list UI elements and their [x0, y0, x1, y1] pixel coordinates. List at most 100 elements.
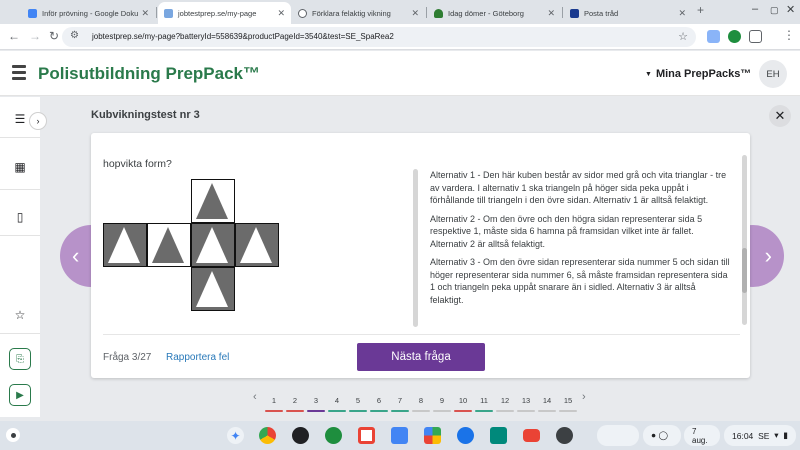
- pager-item[interactable]: 7: [390, 396, 410, 412]
- star-icon[interactable]: ☆: [12, 307, 28, 323]
- region-indicator: SE: [758, 430, 770, 441]
- google-docs-icon: [28, 8, 37, 18]
- hamburger-menu-icon[interactable]: [12, 65, 26, 83]
- sidebar-divider: [0, 137, 40, 138]
- files-icon[interactable]: [391, 427, 408, 444]
- camera-icon[interactable]: [556, 427, 573, 444]
- tab-separator: [426, 7, 427, 18]
- pager-item[interactable]: 15: [558, 396, 578, 412]
- pager-item[interactable]: 10: [453, 396, 473, 412]
- launcher-button[interactable]: [6, 428, 20, 442]
- my-preppacks-label: Mina PrepPacks™: [655, 68, 752, 80]
- back-icon[interactable]: ←: [8, 29, 20, 43]
- minimize-icon[interactable]: –: [752, 3, 758, 15]
- new-tab-button[interactable]: +: [697, 3, 704, 17]
- puzzle-icon[interactable]: [749, 30, 762, 43]
- pager-item[interactable]: 5: [348, 396, 368, 412]
- pager-item[interactable]: 9: [432, 396, 452, 412]
- pager-item[interactable]: 13: [516, 396, 536, 412]
- close-tab-icon[interactable]: ✕: [678, 8, 686, 19]
- clock: 16:04: [732, 430, 754, 441]
- pager-item[interactable]: 1: [264, 396, 284, 412]
- report-error-link[interactable]: Rapportera fel: [166, 352, 229, 363]
- site-info-icon[interactable]: ⚙: [70, 30, 79, 41]
- os-taskbar: ✦ ● ◯ 7 aug. 16:04 SE ▾ ▮: [0, 421, 800, 450]
- triangle-gray: [152, 227, 184, 263]
- wifi-icon: ▾: [774, 430, 779, 440]
- browser-tab[interactable]: Posta tråd ✕: [564, 2, 692, 24]
- status-area[interactable]: 16:04 SE ▾ ▮: [724, 425, 796, 446]
- reload-icon[interactable]: ↻: [49, 29, 59, 43]
- close-icon: ✕: [774, 108, 786, 123]
- browser-tab[interactable]: Idag dömer - Göteborg ✕: [428, 2, 561, 24]
- tab-title: Idag dömer - Göteborg: [448, 8, 524, 18]
- browser-tab-active[interactable]: jobtestprep.se/my-page ✕: [158, 2, 291, 24]
- pager-item[interactable]: 6: [369, 396, 389, 412]
- play-store-icon[interactable]: [424, 427, 441, 444]
- explanation-paragraph: Alternativ 1 - Den här kuben består av s…: [430, 170, 727, 205]
- close-window-icon[interactable]: ✕: [786, 3, 795, 16]
- pager-next-icon[interactable]: ›: [582, 391, 586, 403]
- meet-icon[interactable]: [490, 427, 507, 444]
- pager-item[interactable]: 12: [495, 396, 515, 412]
- pager-item[interactable]: 2: [285, 396, 305, 412]
- page-title: Kubvikningstest nr 3: [91, 109, 200, 121]
- cube-face-top: [191, 179, 235, 223]
- cube-face-center: [191, 223, 235, 267]
- triangle-white: [240, 227, 272, 263]
- date-display[interactable]: 7 aug.: [684, 425, 720, 446]
- close-tab-icon[interactable]: ✕: [141, 8, 149, 19]
- bookmark-star-icon[interactable]: ☆: [678, 30, 688, 43]
- avatar[interactable]: EH: [759, 60, 787, 88]
- cube-face-bottom: [191, 267, 235, 311]
- pager-item[interactable]: 14: [537, 396, 557, 412]
- brand-title[interactable]: Polisutbildning PrepPack™: [38, 64, 260, 84]
- video-icon[interactable]: ▶: [9, 384, 31, 406]
- list-icon[interactable]: ☰: [12, 111, 28, 127]
- screen-record-status[interactable]: ● ◯: [643, 425, 681, 446]
- question-scrollbar[interactable]: [413, 169, 418, 327]
- messages-icon[interactable]: [457, 427, 474, 444]
- jobtestprep-icon: [164, 8, 173, 18]
- url-text[interactable]: jobtestprep.se/my-page?batteryId=558639&…: [92, 32, 394, 41]
- cube-face-left: [103, 223, 147, 267]
- forward-icon[interactable]: →: [29, 29, 41, 43]
- close-tab-icon[interactable]: ✕: [411, 8, 419, 19]
- pager-item[interactable]: 8: [411, 396, 431, 412]
- gemini-icon[interactable]: ✦: [227, 427, 244, 444]
- close-tab-icon[interactable]: ✕: [277, 8, 285, 19]
- pager-item[interactable]: 11: [474, 396, 494, 412]
- tab-separator: [156, 7, 157, 18]
- next-question-button[interactable]: Nästa fråga: [357, 343, 485, 371]
- document-icon[interactable]: ⎘: [9, 348, 31, 370]
- triangle-white: [108, 227, 140, 263]
- book-icon[interactable]: ▯: [12, 209, 28, 225]
- globe-icon: [298, 8, 307, 18]
- extension-icon[interactable]: [707, 30, 720, 43]
- address-bar[interactable]: ⚙ jobtestprep.se/my-page?batteryId=55863…: [62, 27, 696, 47]
- my-preppacks-dropdown[interactable]: ▼ Mina PrepPacks™: [645, 68, 751, 80]
- browser-tab[interactable]: Inför prövning - Google Doku ✕: [22, 2, 155, 24]
- expand-sidebar-button[interactable]: ›: [29, 112, 47, 130]
- explanation-scroll-thumb[interactable]: [742, 248, 747, 293]
- gmail-icon[interactable]: [358, 427, 375, 444]
- youtube-icon[interactable]: [523, 429, 540, 442]
- calendar-icon[interactable]: ▦: [12, 159, 28, 175]
- question-text: hopvikta form?: [103, 158, 172, 170]
- photos-icon[interactable]: [325, 427, 342, 444]
- grammarly-icon[interactable]: [728, 30, 741, 43]
- tray-icons[interactable]: [597, 425, 639, 446]
- podcast-icon[interactable]: [292, 427, 309, 444]
- pager-prev-icon[interactable]: ‹: [253, 391, 257, 403]
- chrome-icon[interactable]: [259, 427, 276, 444]
- close-tab-icon[interactable]: ✕: [547, 8, 555, 19]
- battery-icon: ▮: [783, 430, 788, 440]
- pager-item-current[interactable]: 3: [306, 396, 326, 412]
- pager-item[interactable]: 4: [327, 396, 347, 412]
- more-menu-icon[interactable]: ⋮: [783, 28, 795, 42]
- browser-tab[interactable]: Förklara felaktig vikning ✕: [292, 2, 425, 24]
- sidebar-divider: [0, 333, 40, 334]
- maximize-icon[interactable]: ▢: [770, 5, 779, 16]
- explanation-scrollbar[interactable]: [742, 155, 747, 325]
- close-test-button[interactable]: ✕: [769, 105, 791, 127]
